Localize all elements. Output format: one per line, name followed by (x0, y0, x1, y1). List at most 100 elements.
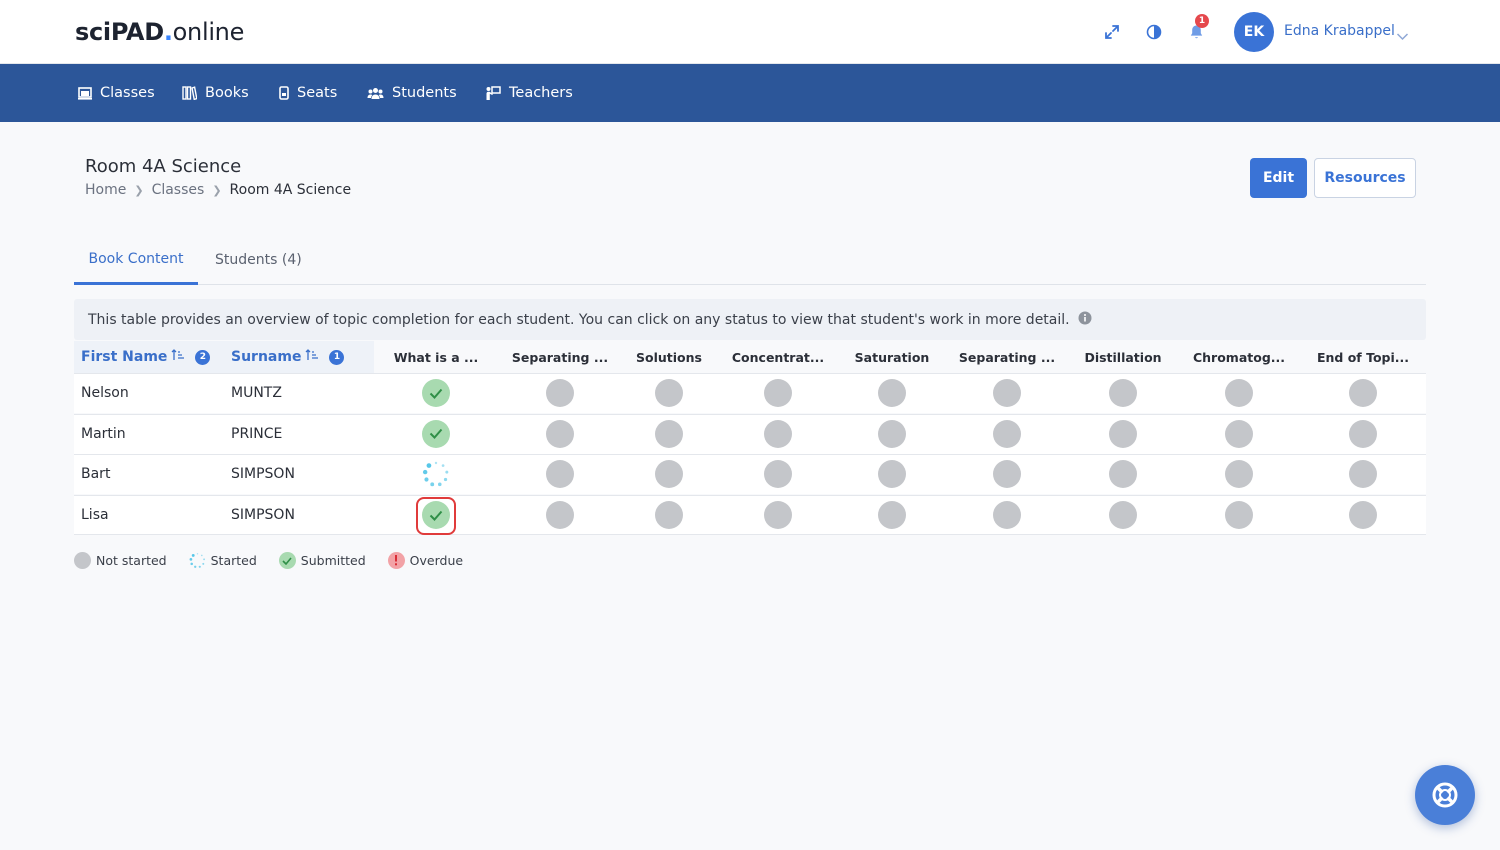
tab-students[interactable]: Students (4) (215, 236, 302, 284)
column-header-first-name[interactable]: First Name 2 (81, 341, 211, 373)
nav-item-books[interactable]: Books (182, 64, 249, 122)
status-not-started-dot[interactable] (1109, 460, 1137, 489)
started-spinner-icon (189, 552, 206, 569)
table-row: Bart SIMPSON (74, 454, 1426, 495)
column-header-topic[interactable]: Saturation (837, 341, 947, 373)
seat-icon (279, 86, 289, 100)
surname-cell: SIMPSON (231, 507, 295, 524)
status-not-started-dot[interactable] (1349, 419, 1377, 448)
status-not-started-dot[interactable] (1109, 379, 1137, 407)
status-not-started-dot[interactable] (1225, 379, 1253, 407)
first-name-cell: Bart (81, 466, 111, 483)
surname-cell: PRINCE (231, 425, 283, 442)
chevron-right-icon: ❯ (134, 183, 144, 197)
books-icon (182, 86, 197, 100)
status-not-started-dot[interactable] (764, 379, 792, 407)
column-header-topic[interactable]: What is a ... (381, 341, 491, 373)
status-not-started-dot[interactable] (655, 419, 683, 448)
nav-item-students[interactable]: Students (367, 64, 457, 122)
status-not-started-dot[interactable] (993, 501, 1021, 530)
legend-label: Submitted (300, 553, 366, 568)
contrast-icon[interactable] (1144, 22, 1164, 42)
status-submitted-check-icon[interactable] (422, 419, 450, 448)
status-started-spinner-icon[interactable] (422, 460, 450, 488)
status-not-started-dot[interactable] (1225, 419, 1253, 448)
status-not-started-dot[interactable] (655, 379, 683, 407)
status-submitted-check-icon[interactable] (422, 379, 450, 407)
resources-button[interactable]: Resources (1314, 158, 1416, 198)
table-row: Martin PRINCE (74, 413, 1426, 454)
status-not-started-dot[interactable] (655, 460, 683, 489)
column-header-topic[interactable]: Chromatog... (1184, 341, 1294, 373)
status-not-started-dot[interactable] (878, 460, 906, 489)
status-not-started-dot[interactable] (546, 501, 574, 530)
chevron-down-icon[interactable] (1396, 26, 1409, 45)
status-not-started-dot[interactable] (1225, 460, 1253, 489)
column-header-topic[interactable]: Solutions (614, 341, 724, 373)
column-header-topic[interactable]: Separating ... (505, 341, 615, 373)
nav-item-seats[interactable]: Seats (279, 64, 337, 122)
column-header-topic[interactable]: End of Topi... (1308, 341, 1418, 373)
table-row: Lisa SIMPSON (74, 495, 1426, 536)
status-legend: Not started Started Submitted Overdue (74, 552, 485, 569)
column-header-topic[interactable]: Separating ... (952, 341, 1062, 373)
nav-label: Teachers (509, 85, 573, 101)
legend-item-started: Started (189, 552, 257, 569)
nav-item-classes[interactable]: Classes (78, 64, 155, 122)
classroom-icon (78, 86, 92, 100)
legend-label: Not started (96, 553, 167, 568)
legend-item-overdue: Overdue (387, 552, 463, 569)
legend-label: Started (210, 553, 257, 568)
sort-order-badge: 2 (195, 349, 211, 365)
status-not-started-dot[interactable] (1109, 501, 1137, 530)
status-not-started-dot[interactable] (993, 379, 1021, 407)
not-started-dot-icon (74, 552, 91, 569)
status-not-started-dot[interactable] (764, 460, 792, 489)
status-not-started-dot[interactable] (878, 379, 906, 407)
status-not-started-dot[interactable] (993, 419, 1021, 448)
sort-order-badge: 1 (329, 349, 345, 365)
status-not-started-dot[interactable] (878, 419, 906, 448)
status-not-started-dot[interactable] (1349, 501, 1377, 530)
fullscreen-icon[interactable] (1102, 22, 1122, 42)
status-not-started-dot[interactable] (878, 501, 906, 530)
status-not-started-dot[interactable] (1349, 460, 1377, 489)
lifebuoy-icon (1432, 782, 1458, 808)
status-not-started-dot[interactable] (1109, 419, 1137, 448)
tab-book-content[interactable]: Book Content (74, 236, 198, 285)
selected-status-highlight (416, 497, 456, 536)
status-not-started-dot[interactable] (1225, 501, 1253, 530)
students-icon (367, 87, 384, 99)
scipad-logo[interactable]: sciPAD.online (75, 18, 244, 46)
status-not-started-dot[interactable] (546, 460, 574, 489)
column-header-label: Surname (231, 349, 302, 365)
status-not-started-dot[interactable] (1349, 379, 1377, 407)
nav-label: Books (205, 85, 249, 101)
status-not-started-dot[interactable] (993, 460, 1021, 489)
status-not-started-dot[interactable] (764, 501, 792, 530)
nav-label: Classes (100, 85, 155, 101)
breadcrumb-classes[interactable]: Classes (152, 182, 205, 198)
surname-cell: MUNTZ (231, 385, 282, 401)
first-name-cell: Martin (81, 425, 126, 442)
breadcrumb-home[interactable]: Home (85, 182, 126, 198)
avatar[interactable]: EK (1234, 12, 1274, 52)
legend-item-submitted: Submitted (278, 552, 366, 569)
exclamation-icon (387, 552, 405, 569)
help-lifebuoy-button[interactable] (1415, 765, 1475, 825)
main-nav: Classes Books Seats Students Teachers (0, 64, 1500, 122)
status-not-started-dot[interactable] (764, 419, 792, 448)
status-not-started-dot[interactable] (546, 419, 574, 448)
first-name-cell: Lisa (81, 507, 109, 524)
user-name[interactable]: Edna Krabappel (1284, 23, 1395, 39)
surname-cell: SIMPSON (231, 466, 295, 483)
status-not-started-dot[interactable] (546, 379, 574, 407)
column-header-topic[interactable]: Distillation (1068, 341, 1178, 373)
nav-item-teachers[interactable]: Teachers (485, 64, 573, 122)
info-icon[interactable] (1078, 311, 1092, 329)
edit-button[interactable]: Edit (1250, 158, 1307, 198)
column-header-surname[interactable]: Surname 1 (231, 341, 345, 373)
info-text: This table provides an overview of topic… (88, 311, 1070, 328)
column-header-topic[interactable]: Concentrat... (723, 341, 833, 373)
status-not-started-dot[interactable] (655, 501, 683, 530)
